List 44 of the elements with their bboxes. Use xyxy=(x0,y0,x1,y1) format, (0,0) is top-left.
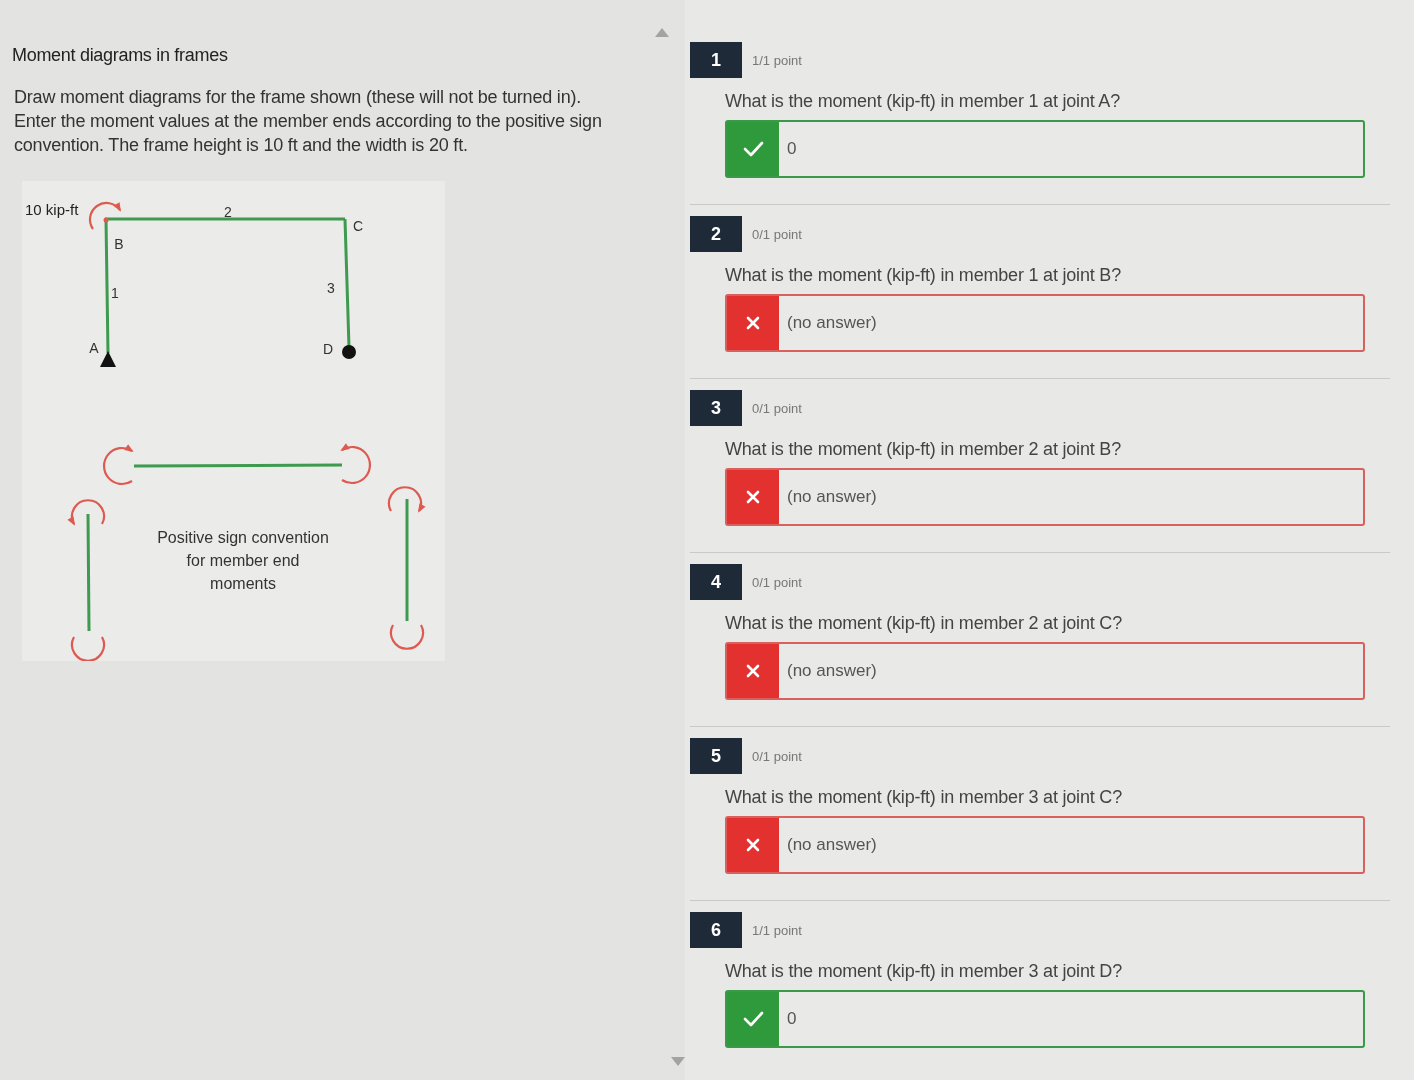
answer-value: (no answer) xyxy=(787,313,877,333)
moment-arrow xyxy=(102,444,134,486)
question-number: 6 xyxy=(690,912,742,948)
scroll-down-icon[interactable] xyxy=(671,1057,685,1066)
score-text: 0/1 point xyxy=(752,400,802,416)
member-label: 1 xyxy=(111,285,119,301)
question-number: 4 xyxy=(690,564,742,600)
pin-support-icon xyxy=(100,351,116,367)
scroll-up-icon[interactable] xyxy=(655,28,669,37)
question-number: 3 xyxy=(690,390,742,426)
question-number: 1 xyxy=(690,42,742,78)
moment-arrow xyxy=(340,443,372,485)
sign-convention-caption: Positive sign convention for member end moments xyxy=(156,528,330,594)
joint-dot-icon xyxy=(342,345,356,359)
problem-instructions: Draw moment diagrams for the frame shown (these will not be turned in). Enter the moment values at the member ends according to the positive sign convention. The frame height is 10 ft and the width is 20 ft. xyxy=(14,86,603,157)
score-text: 0/1 point xyxy=(752,748,802,764)
answer-value: (no answer) xyxy=(787,487,877,507)
joint-label: B xyxy=(114,236,124,252)
question-number: 2 xyxy=(690,216,742,252)
joint-label: C xyxy=(352,218,364,234)
question-text: What is the moment (kip-ft) in member 2 at joint C? xyxy=(725,612,1123,634)
joint-label: D xyxy=(322,341,334,357)
moment-arrow xyxy=(89,201,121,230)
question-text: What is the moment (kip-ft) in member 3 at joint C? xyxy=(725,786,1123,808)
answer-value: 0 xyxy=(787,139,797,159)
answer-value: (no answer) xyxy=(787,661,877,681)
answer-value: 0 xyxy=(787,1009,797,1029)
score-text: 0/1 point xyxy=(752,574,802,590)
question-text: What is the moment (kip-ft) in member 1 at joint A? xyxy=(725,90,1121,112)
score-text: 1/1 point xyxy=(752,922,802,938)
score-text: 0/1 point xyxy=(752,226,802,242)
moment-arrow xyxy=(67,499,106,526)
load-label: 10 kip-ft xyxy=(25,201,79,218)
score-text: 1/1 point xyxy=(752,52,802,68)
member-label: 2 xyxy=(224,204,232,220)
question-text: What is the moment (kip-ft) in member 1 at joint B? xyxy=(725,264,1122,286)
question-text: What is the moment (kip-ft) in member 2 at joint B? xyxy=(725,438,1122,460)
problem-title: Moment diagrams in frames xyxy=(12,44,229,66)
question-number: 5 xyxy=(690,738,742,774)
member-label: 3 xyxy=(327,280,335,296)
moment-arrow xyxy=(387,486,426,513)
question-text: What is the moment (kip-ft) in member 3 at joint D? xyxy=(725,960,1123,982)
answer-value: (no answer) xyxy=(787,835,877,855)
joint-label: A xyxy=(89,340,99,356)
